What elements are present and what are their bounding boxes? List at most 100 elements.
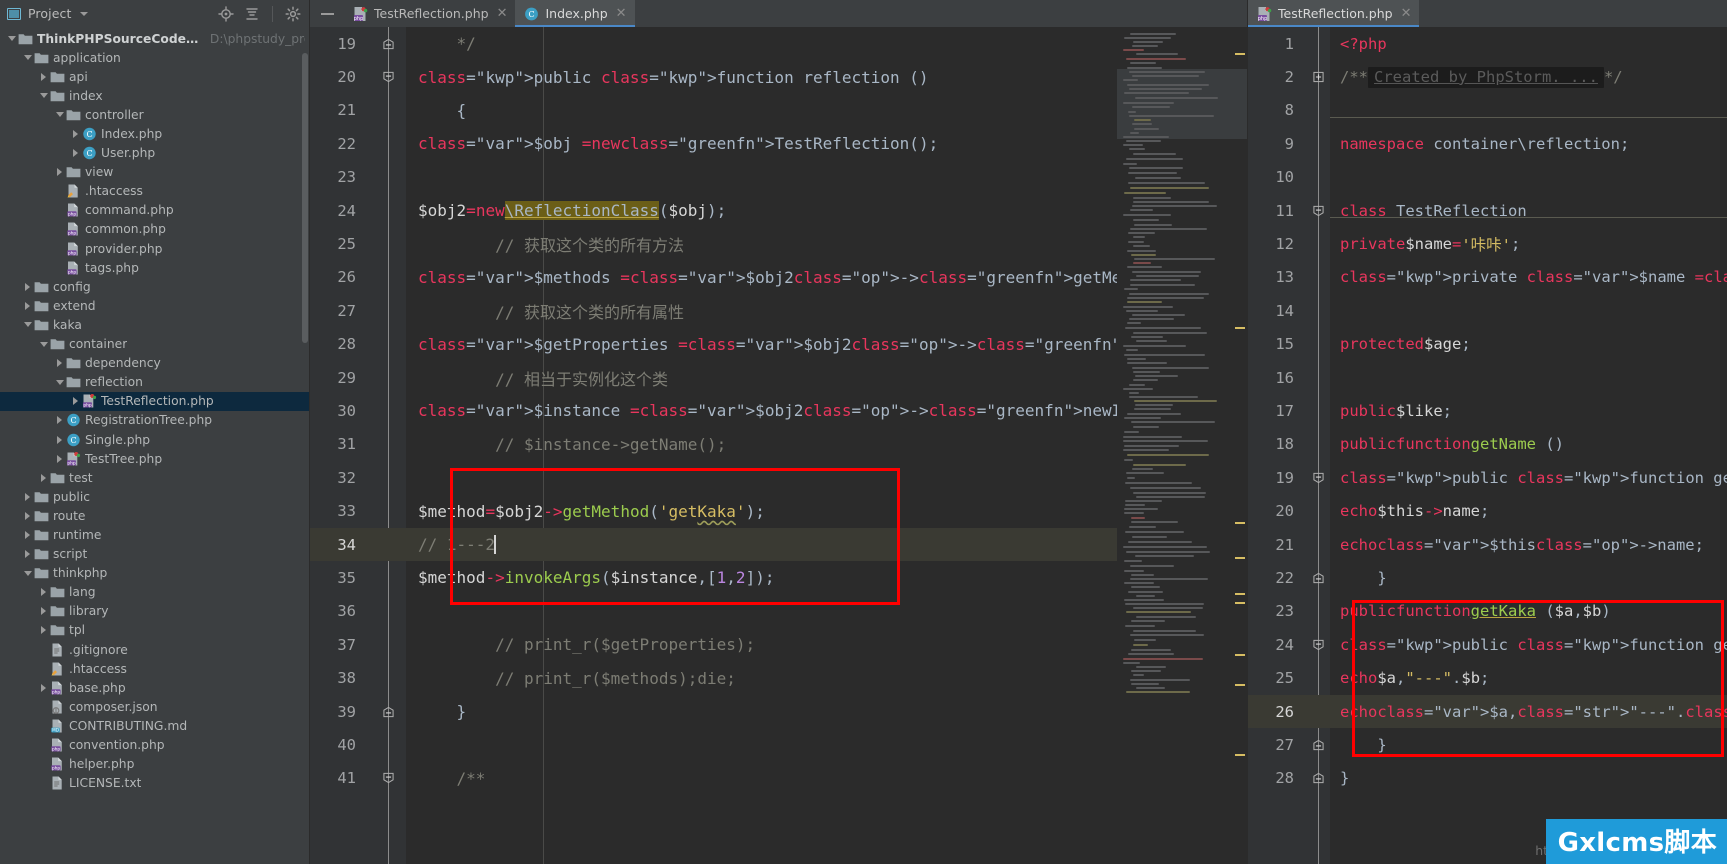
code-line[interactable] xyxy=(1330,161,1727,194)
code-line[interactable] xyxy=(1330,294,1727,327)
tree-item-script[interactable]: script xyxy=(0,545,309,564)
fold-collapse-icon[interactable] xyxy=(1313,773,1324,784)
chevron-right-icon[interactable] xyxy=(53,416,66,425)
left-editor-gutter[interactable]: 19 20 21 22 23 24 25 26 27 28 29 30 31 32 33 34 35 36 37 38… xyxy=(310,27,406,864)
chevron-right-icon[interactable] xyxy=(53,454,66,463)
tree-item-lang[interactable]: lang xyxy=(0,583,309,602)
code-line[interactable]: /** Created by PhpStorm. ... */ xyxy=(1330,60,1727,93)
code-line[interactable]: class ="kwp">private class ="var">$name = … xyxy=(1330,261,1727,294)
code-line[interactable]: public function getKaka ($a, $b) xyxy=(1330,595,1727,628)
code-line[interactable]: class TestReflection xyxy=(1330,194,1727,227)
editor-marker[interactable] xyxy=(1235,754,1245,756)
editor-index-php[interactable]: 19 20 21 22 23 24 25 26 27 28 29 30 31 32 33 34 35 36 37 38… xyxy=(310,27,1247,864)
code-line[interactable] xyxy=(1330,361,1727,394)
code-line[interactable]: echo $a, "---". $b; xyxy=(1330,661,1727,694)
project-tree-panel[interactable]: ThinkPHPSourceCodeAnalysis D:\phpstudy_pr… xyxy=(0,27,310,864)
tree-item-runtime[interactable]: runtime xyxy=(0,525,309,544)
tree-item-kaka[interactable]: kaka xyxy=(0,315,309,334)
code-line[interactable]: echo $this -> name; xyxy=(1330,494,1727,527)
hide-tabs-button[interactable] xyxy=(310,0,344,27)
fold-collapse-icon[interactable] xyxy=(383,38,394,49)
fold-collapse-icon[interactable] xyxy=(1313,472,1324,483)
code-line[interactable]: } xyxy=(1330,728,1727,761)
code-line[interactable]: private $name = '咔咔'; xyxy=(1330,227,1727,260)
chevron-right-icon[interactable] xyxy=(37,72,50,81)
chevron-right-icon[interactable] xyxy=(21,492,34,501)
tree-item-library[interactable]: library xyxy=(0,602,309,621)
code-line[interactable]: protected $age; xyxy=(1330,328,1727,361)
tree-item-helper-php[interactable]: php helper.php xyxy=(0,755,309,774)
fold-collapse-icon[interactable] xyxy=(383,71,394,83)
tab-testreflection-php-right[interactable]: php TestReflection.php ✕ xyxy=(1248,0,1420,27)
editor-marker[interactable] xyxy=(1235,327,1245,329)
project-tree[interactable]: ThinkPHPSourceCodeAnalysis D:\phpstudy_pr… xyxy=(0,27,309,793)
editor-marker[interactable] xyxy=(1235,522,1245,524)
fold-expand-icon[interactable] xyxy=(1313,71,1324,83)
chevron-down-icon[interactable] xyxy=(21,55,34,61)
fold-collapse-icon[interactable] xyxy=(1313,639,1324,650)
chevron-right-icon[interactable] xyxy=(37,473,50,482)
code-line[interactable]: echo class ="var">$a, class ="str">"---". cl… xyxy=(1330,694,1727,729)
tree-item-public[interactable]: public xyxy=(0,487,309,506)
chevron-down-icon[interactable] xyxy=(53,379,66,385)
right-editor-gutter[interactable]: 1 2 8 9 10 11 12 13 14 15 16 17 18 19 20 21 22 23 24 25 26 27… xyxy=(1248,27,1330,864)
chevron-right-icon[interactable] xyxy=(69,130,82,139)
tree-item-api[interactable]: api xyxy=(0,67,309,86)
fold-collapse-icon[interactable] xyxy=(1313,739,1324,750)
chevron-down-icon[interactable] xyxy=(80,11,89,16)
left-editor-marker-strip[interactable] xyxy=(1233,27,1247,864)
left-editor-minimap[interactable] xyxy=(1117,27,1247,864)
editor-testreflection-php[interactable]: 1 2 8 9 10 11 12 13 14 15 16 17 18 19 20 21 22 23 24 25 26 27… xyxy=(1247,27,1727,864)
tree-item-testreflection-php[interactable]: php TestReflection.php xyxy=(0,391,309,411)
close-icon[interactable]: ✕ xyxy=(1401,7,1412,20)
tab-testreflection-php-left[interactable]: php TestReflection.php ✕ xyxy=(344,0,515,27)
tree-item-composer-json[interactable]: composer.json xyxy=(0,697,309,716)
right-editor-code[interactable]: <?php/** Created by PhpStorm. ... */ namesp… xyxy=(1330,27,1727,864)
code-line[interactable]: } xyxy=(1330,561,1727,594)
chevron-right-icon[interactable] xyxy=(53,168,66,177)
chevron-right-icon[interactable] xyxy=(37,588,50,597)
tree-item-gitignore[interactable]: .gitignore xyxy=(0,640,309,659)
chevron-right-icon[interactable] xyxy=(21,511,34,520)
code-line[interactable]: class ="kwp">public class ="kwp">function … xyxy=(1330,461,1727,494)
tree-item-index[interactable]: index xyxy=(0,86,309,105)
editor-marker[interactable] xyxy=(1235,654,1245,656)
tree-item-provider-php[interactable]: php provider.php xyxy=(0,239,309,258)
code-line[interactable] xyxy=(1330,94,1727,127)
fold-collapse-icon[interactable] xyxy=(383,773,394,784)
code-line[interactable]: public $like; xyxy=(1330,394,1727,427)
editor-marker[interactable] xyxy=(1235,602,1245,604)
chevron-down-icon[interactable] xyxy=(5,36,18,42)
locate-icon[interactable] xyxy=(218,5,234,22)
chevron-right-icon[interactable] xyxy=(21,301,34,310)
tree-item-thinkphp[interactable]: thinkphp xyxy=(0,564,309,583)
chevron-right-icon[interactable] xyxy=(53,435,66,444)
editor-marker[interactable] xyxy=(1235,53,1245,55)
tree-item-route[interactable]: route xyxy=(0,506,309,525)
tree-item-config[interactable]: config xyxy=(0,277,309,296)
chevron-right-icon[interactable] xyxy=(53,359,66,368)
tree-item-application[interactable]: application xyxy=(0,48,309,67)
tree-item-htaccess[interactable]: .htaccess xyxy=(0,659,309,678)
chevron-right-icon[interactable] xyxy=(37,683,50,692)
chevron-down-icon[interactable] xyxy=(21,570,34,576)
editor-marker[interactable] xyxy=(1235,593,1245,595)
fold-collapse-icon[interactable] xyxy=(383,706,394,717)
tree-item-registrationtree-php[interactable]: C RegistrationTree.php xyxy=(0,411,309,430)
tree-item-convention-php[interactable]: php convention.php xyxy=(0,735,309,754)
chevron-right-icon[interactable] xyxy=(37,626,50,635)
chevron-down-icon[interactable] xyxy=(37,93,50,99)
chevron-right-icon[interactable] xyxy=(69,149,82,158)
tree-item-reflection[interactable]: reflection xyxy=(0,373,309,392)
tree-item-license-txt[interactable]: LICENSE.txt xyxy=(0,774,309,793)
tree-item-common-php[interactable]: php common.php xyxy=(0,220,309,239)
tree-item-test[interactable]: test xyxy=(0,468,309,487)
collapse-all-icon[interactable] xyxy=(244,6,260,22)
code-line[interactable]: class ="kwp">public class ="kwp">function … xyxy=(1330,628,1727,661)
fold-collapse-icon[interactable] xyxy=(1313,572,1324,584)
tree-item-container[interactable]: container xyxy=(0,335,309,354)
code-line[interactable]: namespace container\reflection; xyxy=(1330,127,1727,160)
chevron-right-icon[interactable] xyxy=(21,530,34,539)
code-line[interactable]: echo class ="var">$this class ="op">->name; xyxy=(1330,528,1727,561)
tree-item-index-php[interactable]: C Index.php xyxy=(0,124,309,143)
